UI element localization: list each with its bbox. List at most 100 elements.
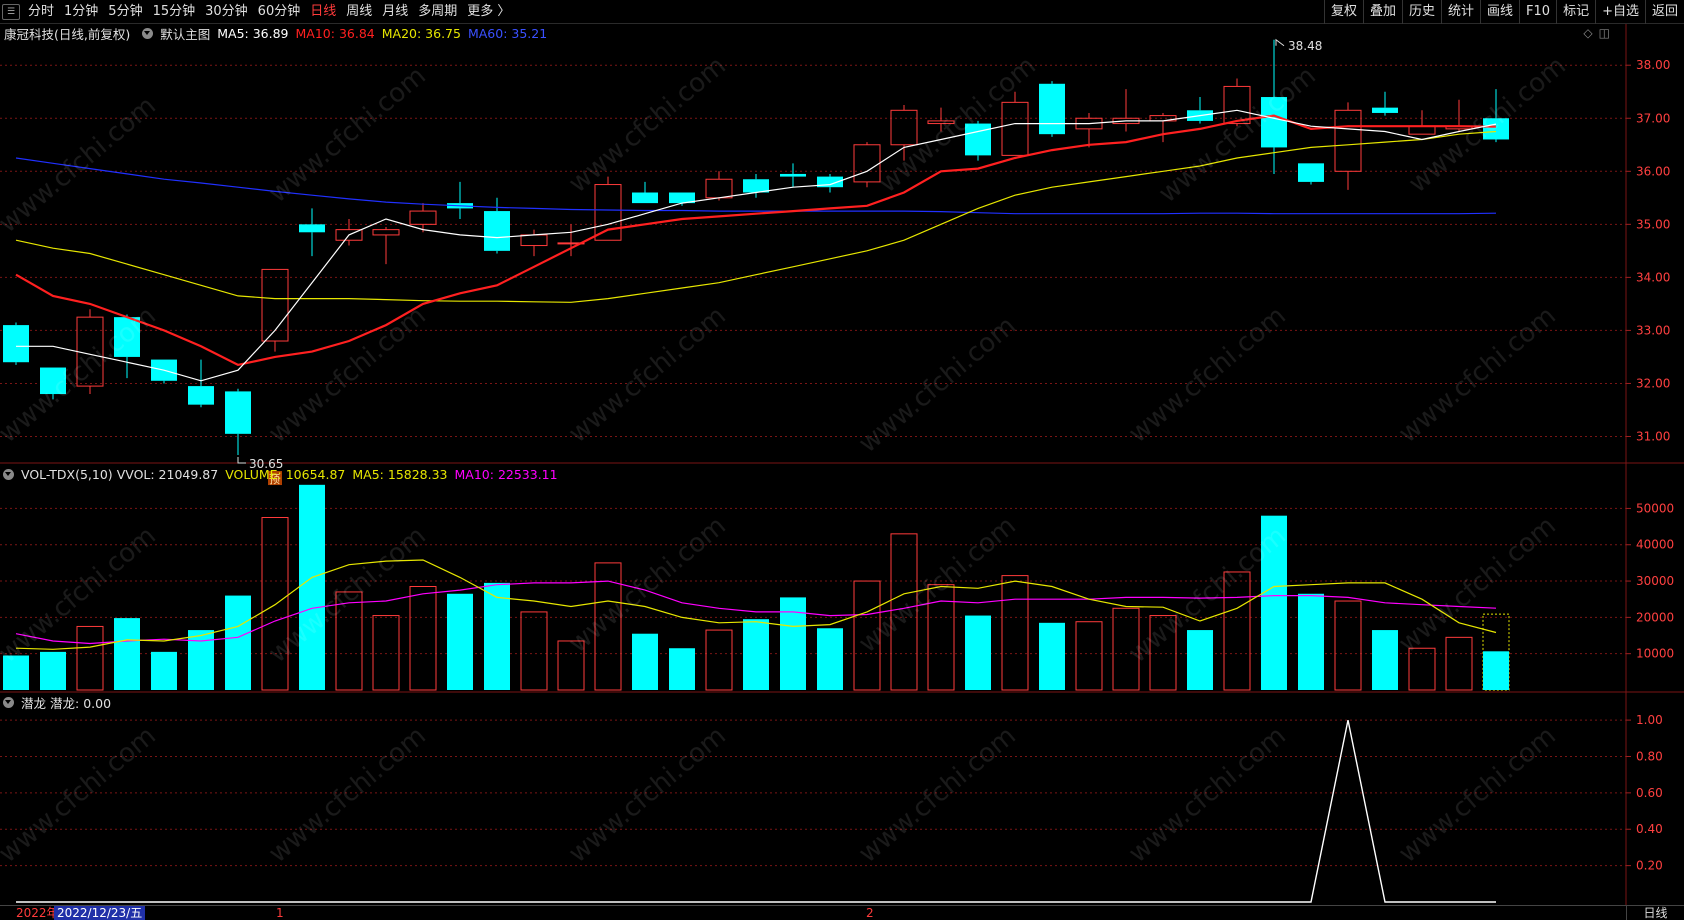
- volume-bar: [114, 618, 140, 690]
- volume-bar: [853, 580, 881, 691]
- ma20-label: MA20: 36.75: [381, 25, 461, 41]
- maximize-icon[interactable]: ◫: [1599, 26, 1610, 40]
- main-panel-info: 康冠科技(日线,前复权) 默认主图 MA5: 36.89 MA10: 36.84…: [0, 24, 554, 42]
- volume-bar: [372, 615, 400, 691]
- volume-bar: [557, 640, 585, 691]
- volume-bar: [965, 615, 991, 690]
- volume-bar: [225, 595, 251, 690]
- volume-bar: [1223, 571, 1251, 691]
- vol-indicator-name[interactable]: VOL-TDX(5,10): [21, 467, 113, 482]
- indicator-panel-info: 潜龙 潜龙: 0.00: [0, 693, 118, 711]
- price-axis-tick-label: 37.00: [1636, 111, 1670, 125]
- candle-body: [225, 391, 251, 434]
- candle-body: [1298, 163, 1324, 182]
- volume-axis-tick-label: 40000: [1636, 538, 1674, 552]
- volume-bar: [40, 651, 66, 690]
- candle-body: [372, 229, 400, 236]
- volume-bar: [484, 582, 510, 690]
- candle-body: [40, 367, 66, 395]
- volume-bar: [1372, 630, 1398, 690]
- period-indicator[interactable]: 日线: [1626, 906, 1684, 920]
- indicator-name[interactable]: 潜龙: [21, 693, 46, 712]
- candle-body: [743, 179, 769, 193]
- volume-bar: [743, 619, 769, 690]
- indicator-axis-tick-label: 0.60: [1636, 786, 1663, 800]
- template-label[interactable]: 默认主图: [160, 24, 210, 43]
- price-axis-tick-label: 38.00: [1636, 58, 1670, 72]
- volume-bar: [1039, 622, 1065, 690]
- low-marker-arrow: [237, 457, 246, 464]
- volume-bar: [1187, 630, 1213, 690]
- diamond-icon[interactable]: ◇: [1583, 26, 1592, 40]
- month-marker-1: 1: [276, 906, 284, 920]
- collapse-icon[interactable]: [3, 468, 14, 480]
- candle-body: [188, 386, 214, 405]
- candle-body: [780, 173, 806, 177]
- indicator-axis-tick-label: 0.40: [1636, 822, 1663, 836]
- volume-bar: [1408, 647, 1436, 691]
- candle-body: [1483, 118, 1509, 140]
- volume-bar: [817, 628, 843, 690]
- volume-bar: [780, 597, 806, 690]
- volume-bar: [705, 629, 733, 691]
- candle-body: [1001, 101, 1029, 156]
- candle-body: [705, 178, 733, 199]
- high-price-label: 38.48: [1288, 39, 1322, 53]
- stock-title: 康冠科技(日线,前复权): [4, 26, 131, 42]
- volume-bar: [669, 648, 695, 690]
- indicator-axis-tick-label: 0.20: [1636, 859, 1663, 873]
- volume-bar: [409, 586, 437, 691]
- ma5-label: MA5: 36.89: [217, 25, 289, 41]
- year-label: 2022年: [16, 906, 59, 920]
- volume-bar: [188, 630, 214, 690]
- volume-bar: [261, 517, 289, 691]
- volume-bar: [447, 593, 473, 690]
- ma10-label: MA10: 36.84: [295, 25, 375, 41]
- high-marker-arrow: [1275, 38, 1285, 47]
- volume-axis-tick-label: 50000: [1636, 501, 1674, 515]
- price-axis-tick-label: 34.00: [1636, 270, 1670, 284]
- volume-bar: [76, 625, 104, 691]
- volume-bar: [1149, 615, 1177, 691]
- stock-chart[interactable]: 31.00 32.00 33.00 34.00 35.00 36.00 37.00 38.00…: [0, 0, 1684, 905]
- indicator-axis-tick-label: 1.00: [1636, 713, 1663, 727]
- volume-axis-tick-label: 10000: [1636, 647, 1674, 661]
- volume-bar: [1075, 621, 1103, 691]
- volume-bar: [1298, 593, 1324, 690]
- volume-bar: [1483, 651, 1509, 690]
- month-marker-2: 2: [866, 906, 874, 920]
- volume-bar: [1112, 607, 1140, 691]
- volume-bar: [1334, 600, 1362, 691]
- volume-bar: [632, 633, 658, 690]
- candle-body: [965, 123, 991, 156]
- collapse-icon[interactable]: [142, 27, 154, 39]
- candle-body: [520, 234, 548, 247]
- volume-bar: [1445, 636, 1473, 691]
- volume-bar: [335, 591, 363, 691]
- volume-bar: [1261, 515, 1287, 690]
- qianlong-line: [16, 719, 1496, 903]
- candle-body: [1372, 107, 1398, 113]
- cursor-date: 2022/12/23/五: [54, 906, 146, 920]
- vol-ma10-label: MA10: 22533.11: [454, 466, 558, 482]
- candle-body: [409, 210, 437, 225]
- collapse-icon[interactable]: [3, 696, 14, 708]
- candle-body: [1039, 83, 1065, 135]
- volume-bar: [151, 651, 177, 690]
- vol-ma5-label: MA5: 15828.33: [352, 466, 448, 482]
- candle-body: [3, 325, 29, 363]
- volume-bar: [520, 611, 548, 691]
- candle-body: [1408, 125, 1436, 135]
- price-axis-tick-label: 31.00: [1636, 429, 1670, 443]
- candle-body: [594, 184, 622, 241]
- volume-bar: [890, 533, 918, 691]
- volume-bar: [299, 484, 325, 690]
- candle-body: [927, 120, 955, 125]
- price-axis-tick-label: 33.00: [1636, 323, 1670, 337]
- candle-body: [299, 224, 325, 233]
- candle-body: [1334, 109, 1362, 172]
- indicator-axis-tick-label: 0.80: [1636, 749, 1663, 763]
- candle-body: [632, 192, 658, 204]
- candle-body: [484, 211, 510, 251]
- candle-body: [890, 109, 918, 146]
